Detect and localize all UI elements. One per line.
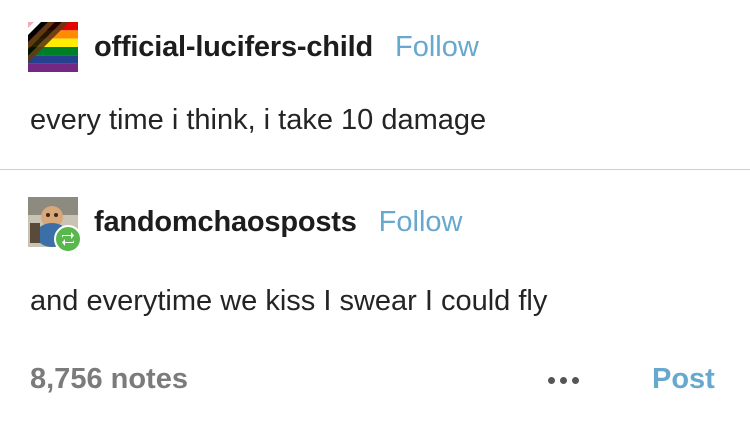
post-divider	[0, 169, 750, 170]
blog-avatar[interactable]	[28, 22, 78, 72]
post-footer: 8,756 notes Post	[0, 361, 750, 401]
post-card-1: official-lucifers-child Follow every tim…	[0, 0, 750, 170]
post-header: fandomchaosposts Follow	[28, 197, 463, 253]
blog-username[interactable]: fandomchaosposts	[94, 206, 357, 239]
follow-button[interactable]: Follow	[395, 31, 479, 64]
post-body-text: and everytime we kiss I swear I could fl…	[30, 285, 548, 317]
more-dot	[572, 377, 579, 384]
post-button[interactable]: Post	[652, 363, 715, 396]
reblog-icon	[62, 232, 74, 246]
follow-button[interactable]: Follow	[379, 206, 463, 239]
reblog-badge	[54, 225, 82, 253]
blog-username[interactable]: official-lucifers-child	[94, 31, 373, 64]
more-dot	[560, 377, 567, 384]
progress-pride-flag-avatar-icon	[28, 22, 78, 72]
more-dot	[548, 377, 555, 384]
post-body-text: every time i think, i take 10 damage	[30, 104, 487, 136]
notes-count[interactable]: 8,756 notes	[30, 363, 188, 396]
blog-avatar[interactable]	[28, 197, 82, 253]
more-options-icon[interactable]	[548, 377, 579, 384]
post-card-2: fandomchaosposts Follow and everytime we…	[0, 171, 750, 427]
post-header: official-lucifers-child Follow	[28, 22, 479, 72]
